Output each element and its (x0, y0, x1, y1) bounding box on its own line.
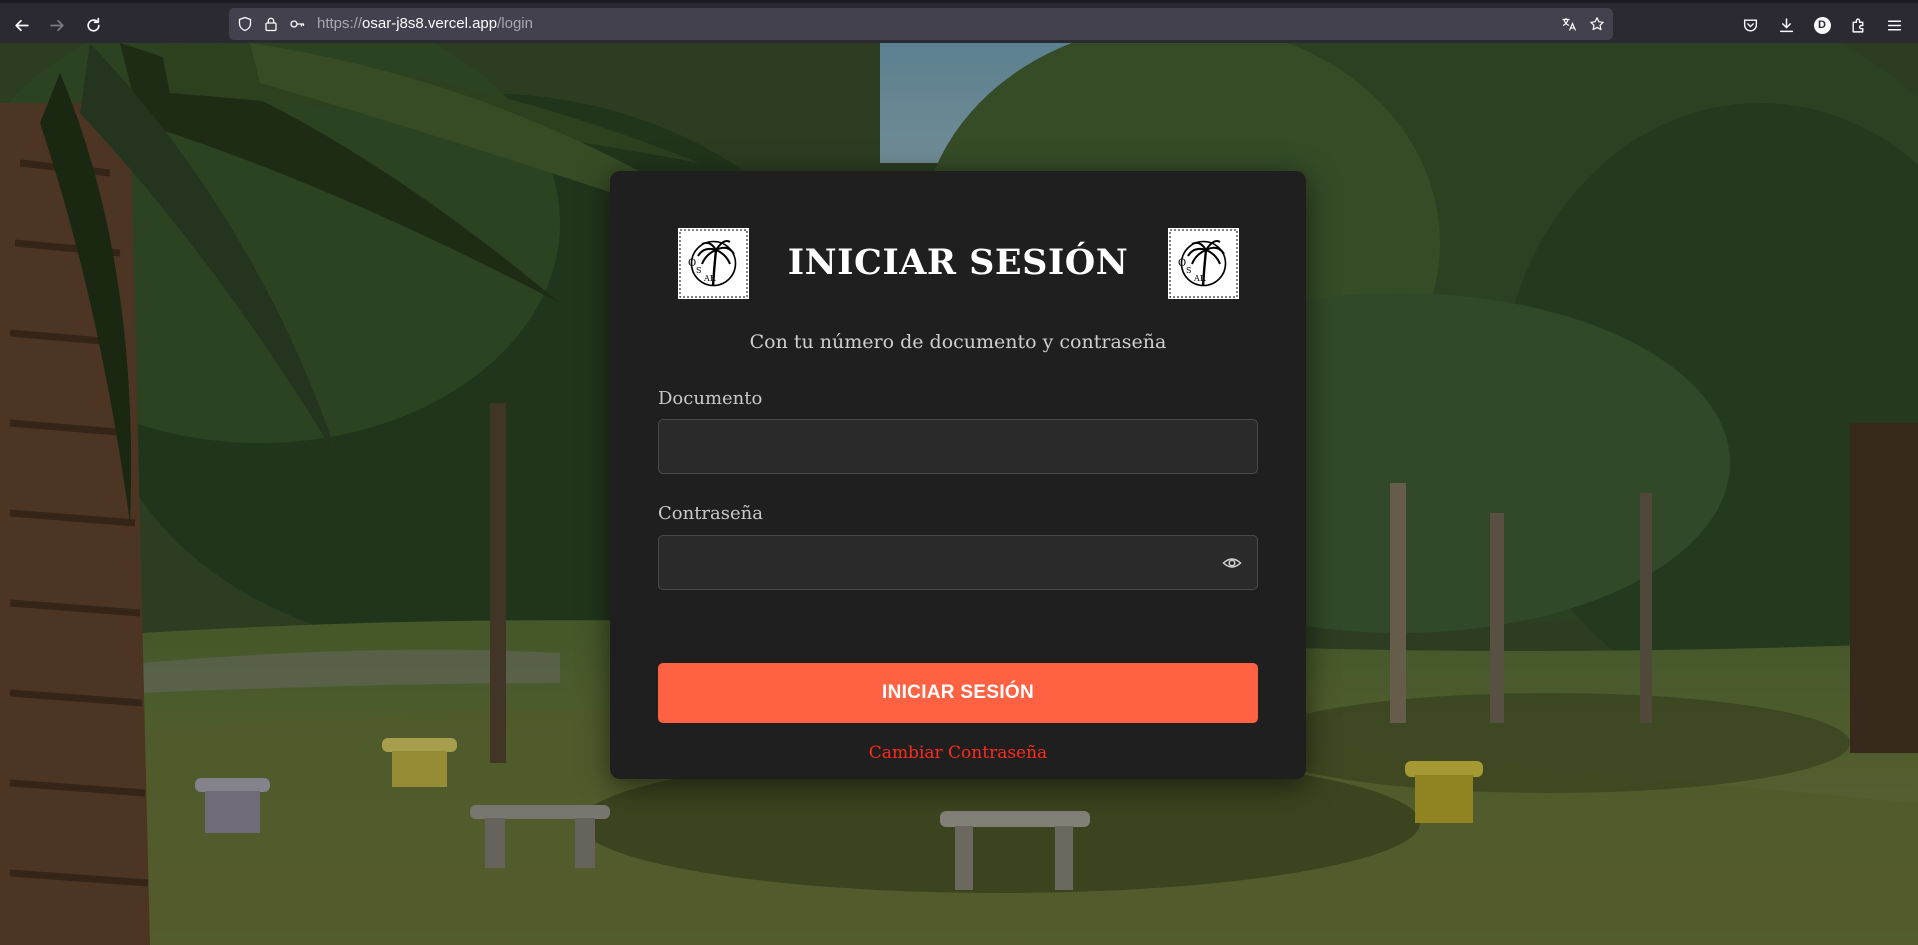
document-label: Documento (658, 388, 763, 409)
eye-icon (1222, 558, 1242, 568)
url-path: /login (497, 15, 533, 32)
svg-text:AR: AR (1193, 274, 1207, 283)
browser-toolbar: https://osar-j8s8.vercel.app/login D (0, 0, 1918, 43)
avatar: D (1813, 16, 1831, 34)
toggle-password-visibility-button[interactable] (1220, 551, 1244, 575)
document-input[interactable] (658, 419, 1258, 474)
svg-text:O: O (1178, 258, 1186, 269)
puzzle-icon (1851, 18, 1863, 33)
hamburger-icon (1887, 20, 1901, 30)
club-logo-right: O S AR (1168, 228, 1239, 299)
arrow-left-icon (14, 19, 29, 31)
password-input[interactable] (658, 535, 1258, 590)
reload-icon (86, 17, 100, 32)
palm-logo-icon: O S AR (1169, 229, 1238, 298)
arrow-right-icon (49, 19, 64, 31)
extensions-button[interactable] (1843, 10, 1873, 40)
menu-button[interactable] (1879, 10, 1909, 40)
back-button[interactable] (6, 10, 36, 40)
password-label: Contraseña (658, 503, 763, 524)
account-button[interactable]: D (1807, 10, 1837, 40)
translate-icon[interactable] (1561, 16, 1577, 32)
login-card: O S AR INICIAR SESIÓN O S AR Con tu núme… (610, 171, 1306, 779)
lock-icon[interactable] (263, 16, 279, 32)
shield-icon[interactable] (237, 16, 253, 32)
url-text[interactable]: https://osar-j8s8.vercel.app/login (317, 8, 533, 40)
downloads-button[interactable] (1771, 10, 1801, 40)
login-submit-button[interactable]: INICIAR SESIÓN (658, 663, 1258, 723)
forward-button[interactable] (42, 10, 72, 40)
page-viewport: O S AR INICIAR SESIÓN O S AR Con tu núme… (0, 43, 1918, 945)
url-host: osar-j8s8.vercel.app (362, 15, 498, 32)
url-prefix: https:// (317, 15, 363, 32)
pocket-button[interactable] (1735, 10, 1765, 40)
download-icon (1779, 17, 1793, 32)
change-password-link[interactable]: Cambiar Contraseña (610, 743, 1306, 763)
svg-text:S: S (1186, 266, 1191, 275)
bookmark-star-icon[interactable] (1589, 16, 1605, 32)
address-bar[interactable]: https://osar-j8s8.vercel.app/login (229, 8, 1613, 40)
reload-button[interactable] (78, 10, 108, 40)
login-subtitle: Con tu número de documento y contraseña (749, 331, 1167, 353)
key-icon[interactable] (289, 16, 305, 32)
pocket-icon (1743, 18, 1757, 31)
